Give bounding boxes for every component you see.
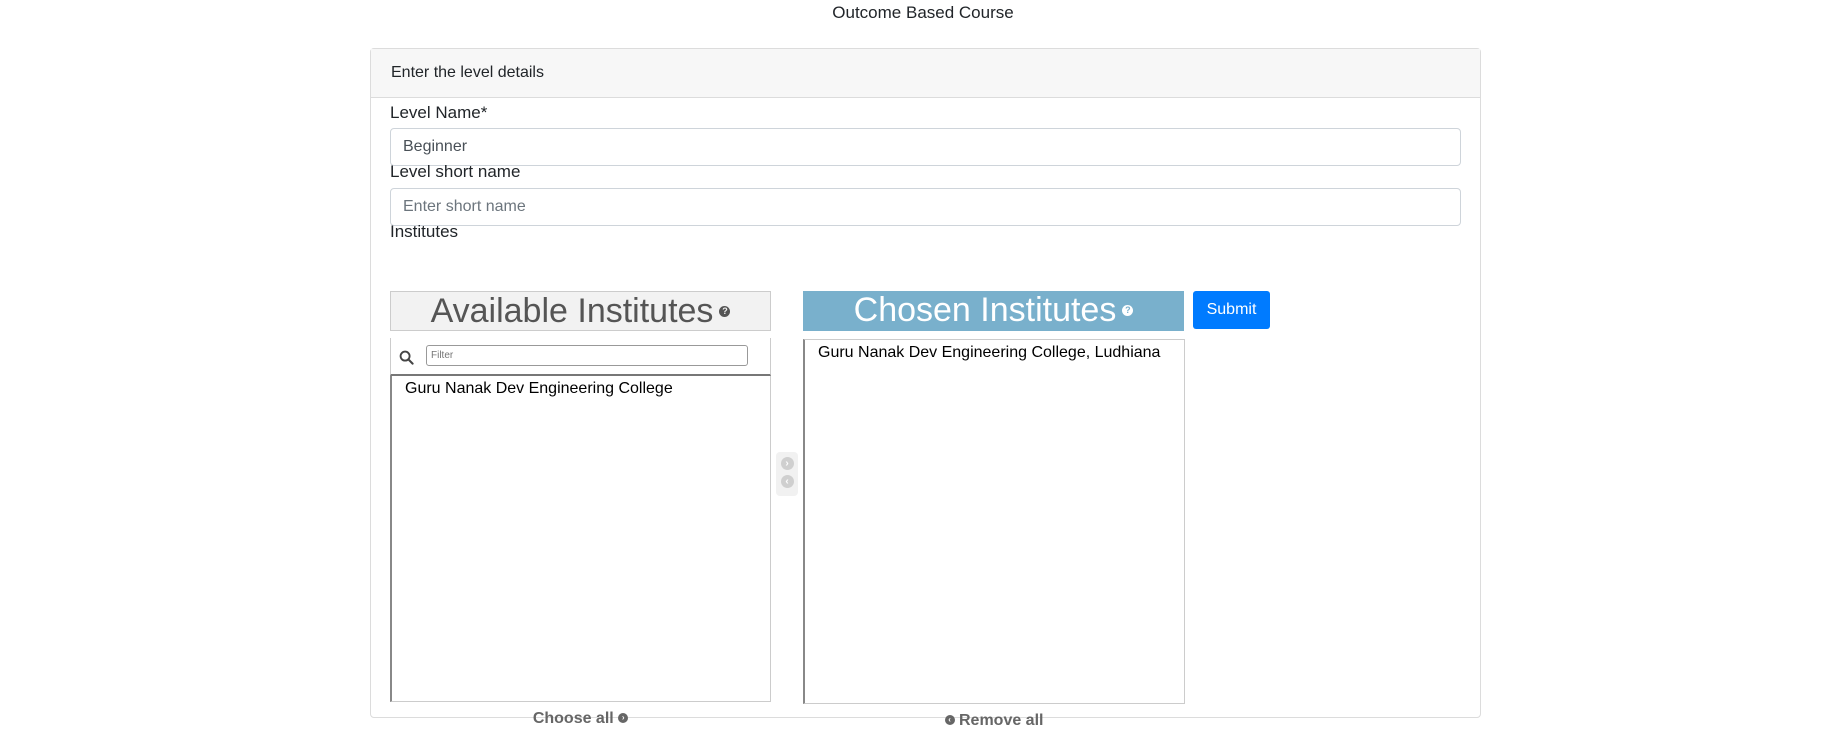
list-item[interactable]: Guru Nanak Dev Engineering College, Ludh… (805, 342, 1184, 364)
level-short-name-input[interactable] (390, 188, 1461, 226)
list-item[interactable]: Guru Nanak Dev Engineering College (392, 378, 770, 400)
filter-bar (390, 338, 771, 376)
remove-all-label: Remove all (958, 712, 1044, 729)
arrow-right-circle-icon[interactable]: › (780, 457, 794, 470)
choose-all-label: Choose all (532, 710, 614, 727)
available-institutes-title: Available Institutes (430, 292, 714, 330)
chosen-institutes-list[interactable]: Guru Nanak Dev Engineering College, Ludh… (803, 339, 1185, 704)
help-icon[interactable]: ? (719, 305, 731, 317)
level-short-name-label: Level short name (390, 162, 521, 181)
choose-all-link[interactable]: Choose all › (390, 710, 771, 728)
institutes-label: Institutes (390, 222, 459, 241)
search-icon (399, 350, 414, 365)
level-details-card: Enter the level details Level Name* Leve… (370, 48, 1481, 729)
help-icon[interactable]: ? (1122, 304, 1134, 316)
level-name-input[interactable] (390, 128, 1461, 166)
move-buttons: › ‹ (776, 452, 798, 496)
level-name-label: Level Name* (390, 103, 488, 122)
arrow-left-circle-icon[interactable]: ‹ (780, 475, 794, 488)
arrow-right-circle-icon: › (618, 712, 629, 723)
card-header: Enter the level details (371, 49, 1480, 98)
remove-all-link[interactable]: ‹ Remove all (803, 712, 1185, 730)
available-institutes-header: Available Institutes? (390, 291, 771, 331)
filter-input[interactable] (426, 345, 748, 366)
arrow-left-circle-icon: ‹ (944, 714, 955, 725)
available-institutes-list[interactable]: Guru Nanak Dev Engineering College (390, 376, 771, 702)
chosen-institutes-title: Chosen Institutes (853, 291, 1117, 329)
chosen-institutes-header: Chosen Institutes? (803, 291, 1184, 331)
page-title: Outcome Based Course (832, 3, 1014, 22)
submit-button[interactable]: Submit (1193, 291, 1270, 329)
